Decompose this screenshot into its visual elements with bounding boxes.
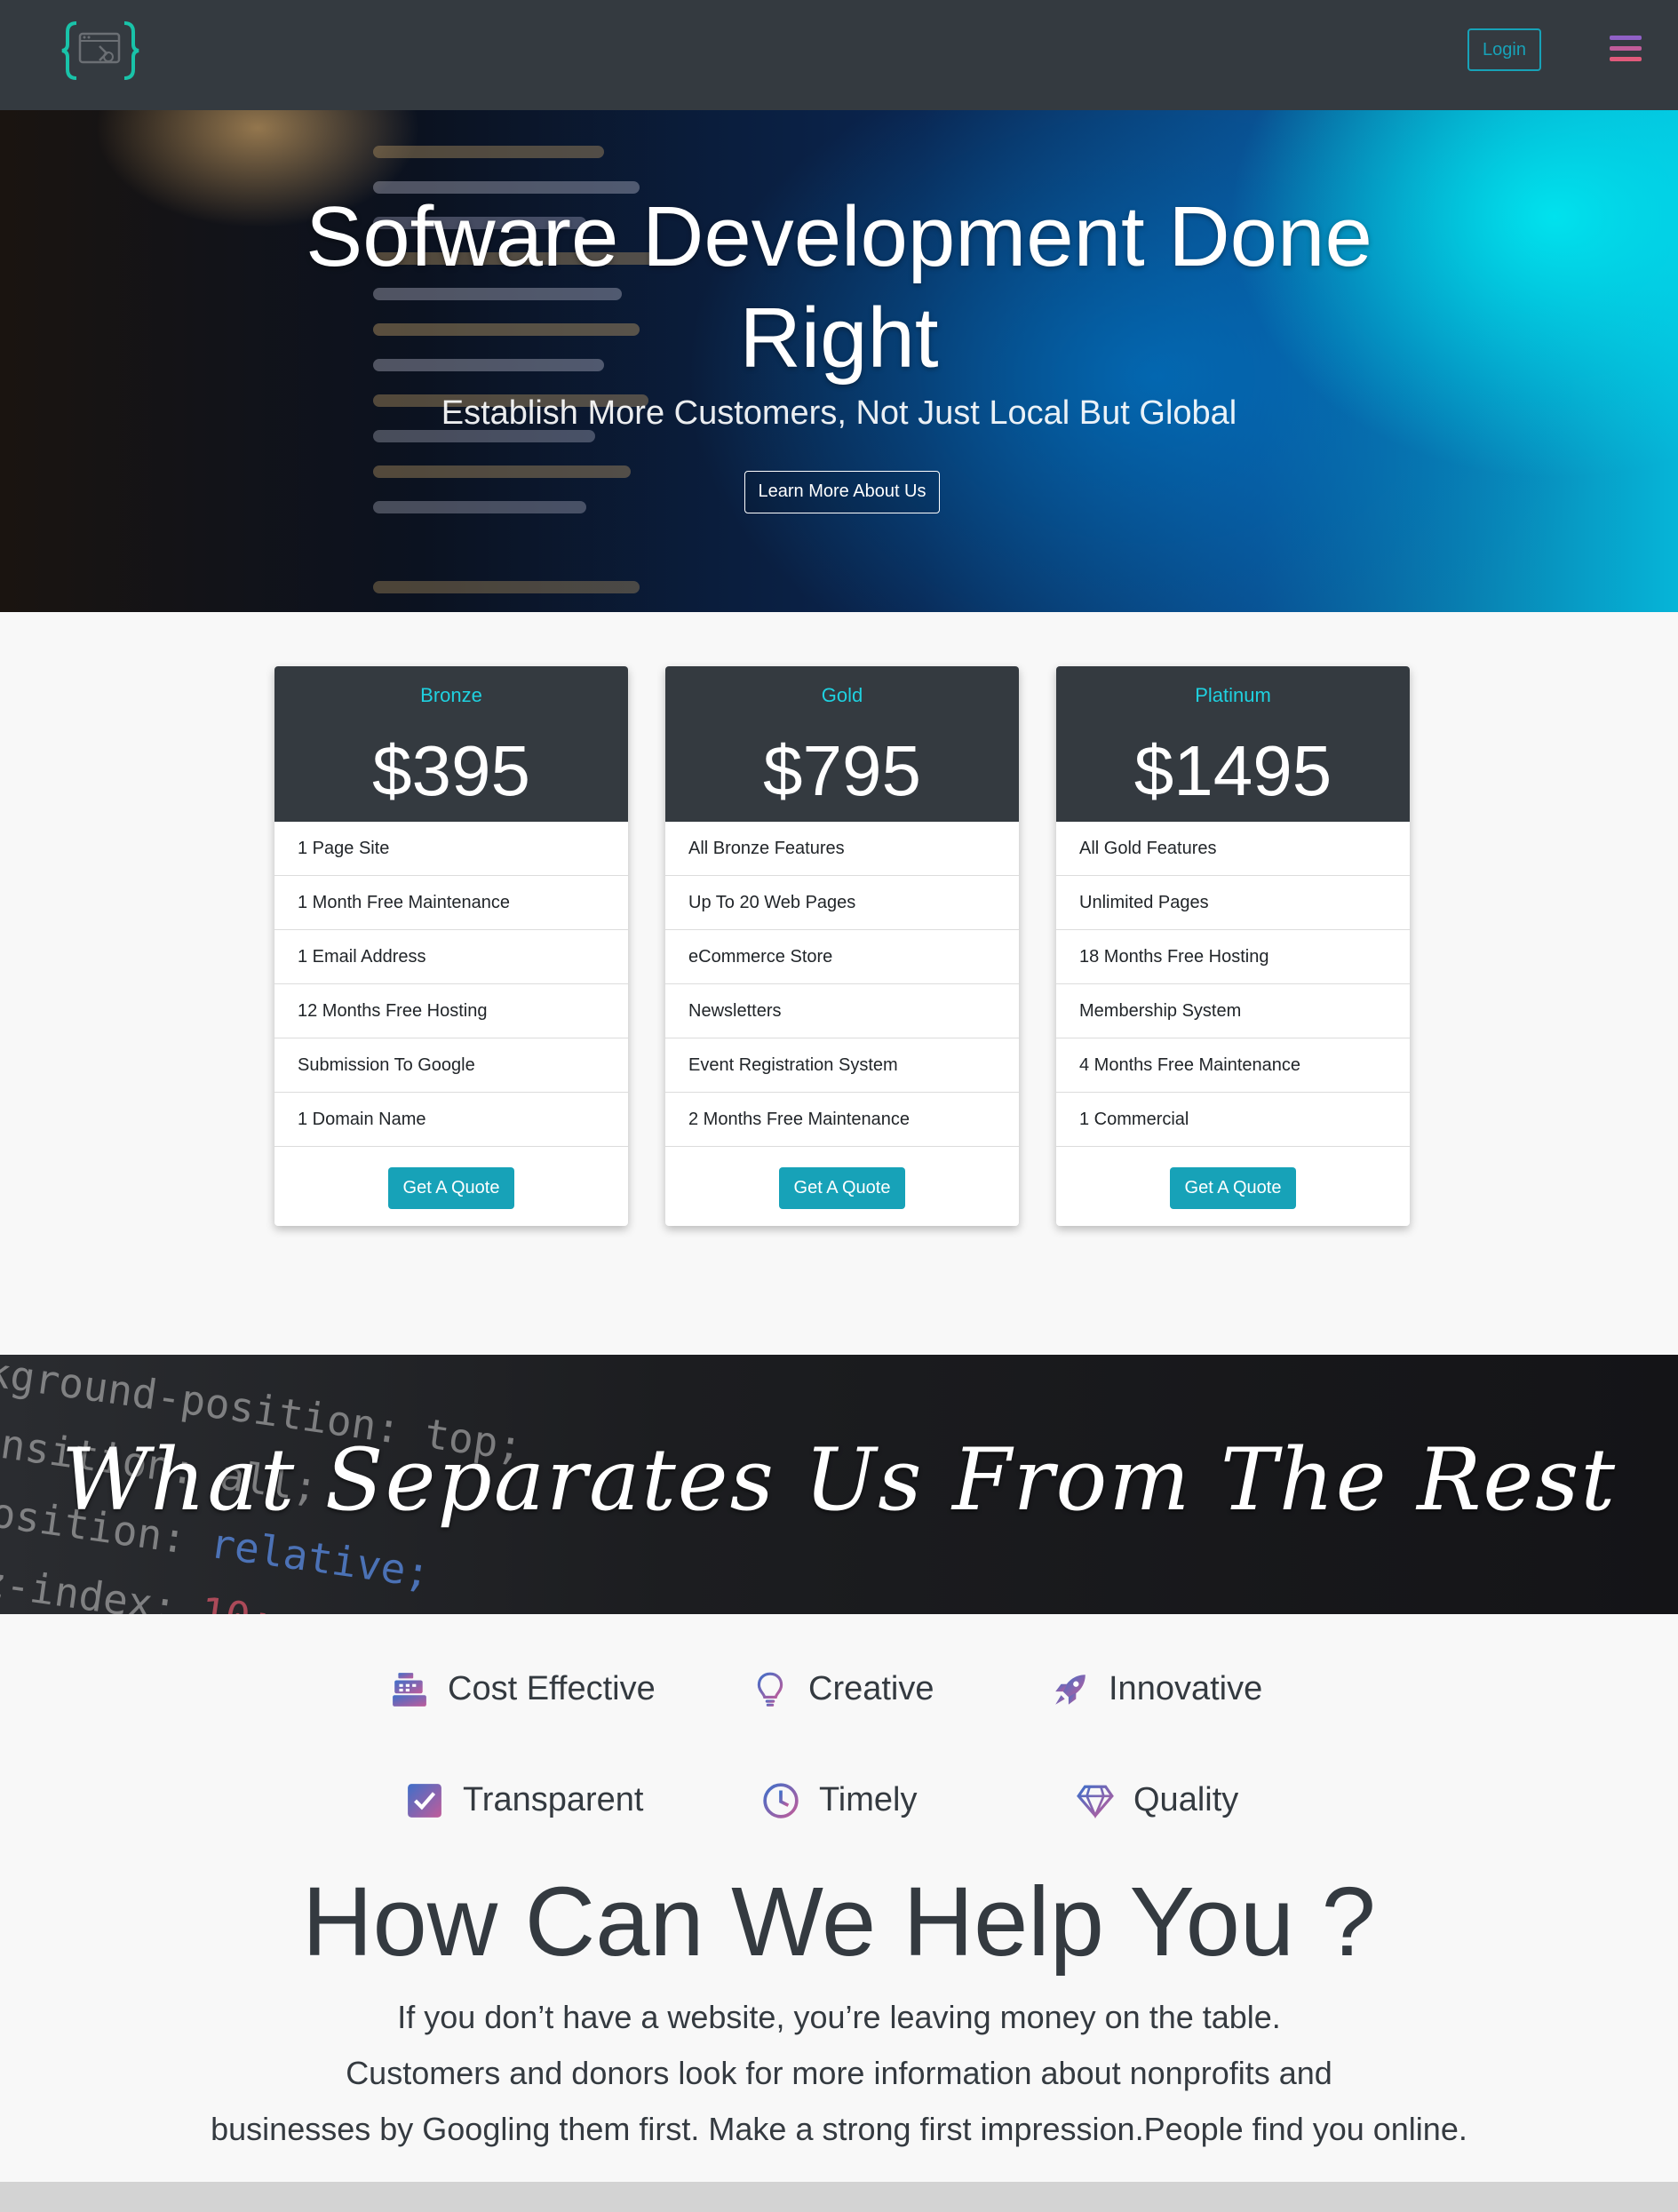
learn-more-button[interactable]: Learn More About Us xyxy=(744,471,940,513)
hero-title: Sofware Development Done Right xyxy=(306,189,1372,386)
plan-price: $395 xyxy=(372,731,530,810)
cash-register-icon xyxy=(393,1672,426,1707)
plan-name: Bronze xyxy=(420,684,482,706)
plan-feature: Up To 20 Web Pages xyxy=(665,876,1019,930)
quality-label: Quality xyxy=(1133,1781,1239,1818)
pricing-card-footer: Get A Quote xyxy=(274,1147,628,1209)
clock-icon xyxy=(763,1782,799,1818)
plan-feature: Membership System xyxy=(1056,984,1410,1038)
plan-price: $1495 xyxy=(1133,731,1332,810)
logo-icon[interactable] xyxy=(60,20,140,82)
quality-label: Innovative xyxy=(1109,1670,1263,1707)
quality-timely: Timely xyxy=(762,1781,917,1819)
plan-price: $795 xyxy=(763,731,921,810)
plan-feature: 1 Commercial xyxy=(1056,1093,1410,1147)
top-navbar: Login xyxy=(0,0,1678,110)
plan-feature: Newsletters xyxy=(665,984,1019,1038)
pricing-card-footer: Get A Quote xyxy=(1056,1147,1410,1209)
rocket-icon xyxy=(1055,1674,1086,1705)
get-quote-button-bronze[interactable]: Get A Quote xyxy=(388,1167,514,1209)
plan-feature: 4 Months Free Maintenance xyxy=(1056,1038,1410,1093)
plan-feature: All Gold Features xyxy=(1056,822,1410,876)
login-button[interactable]: Login xyxy=(1467,28,1541,71)
pricing-card-header: Bronze $395 xyxy=(274,666,628,822)
help-paragraph-line: Customers and donors look for more infor… xyxy=(346,2055,1332,2091)
plan-feature: 12 Months Free Hosting xyxy=(274,984,628,1038)
get-quote-button-gold[interactable]: Get A Quote xyxy=(779,1167,905,1209)
quality-label: Cost Effective xyxy=(448,1670,656,1707)
diamond-icon xyxy=(1077,1785,1114,1818)
quality-innovative: Innovative xyxy=(1052,1670,1262,1708)
help-paragraph-line: businesses by Googling them first. Make … xyxy=(211,2111,1467,2147)
help-paragraph-line: If you don’t have a website, you’re leav… xyxy=(397,1999,1281,2035)
quality-label: Timely xyxy=(819,1781,918,1818)
hero-section: Sofware Development Done Right Establish… xyxy=(0,110,1678,612)
pricing-card-header: Platinum $1495 xyxy=(1056,666,1410,822)
hamburger-menu-icon[interactable] xyxy=(1610,36,1642,64)
quality-creative: Creative xyxy=(752,1670,934,1708)
separator-banner: kground-position: top; ansition: all; po… xyxy=(0,1355,1678,1614)
plan-feature: eCommerce Store xyxy=(665,930,1019,984)
plan-name: Platinum xyxy=(1195,684,1271,706)
plan-feature: 18 Months Free Hosting xyxy=(1056,930,1410,984)
plan-feature: 1 Page Site xyxy=(274,822,628,876)
quality-label: Creative xyxy=(808,1670,934,1707)
plan-feature: 1 Domain Name xyxy=(274,1093,628,1147)
footer-strip xyxy=(0,2182,1678,2212)
get-quote-button-platinum[interactable]: Get A Quote xyxy=(1170,1167,1296,1209)
quality-quality: Quality xyxy=(1077,1781,1238,1819)
pricing-card-header: Gold $795 xyxy=(665,666,1019,822)
plan-feature: Submission To Google xyxy=(274,1038,628,1093)
plan-feature: Unlimited Pages xyxy=(1056,876,1410,930)
pricing-card-footer: Get A Quote xyxy=(665,1147,1019,1209)
lightbulb-icon xyxy=(757,1672,783,1707)
quality-label: Transparent xyxy=(463,1781,644,1818)
separator-title: What Separates Us From The Rest xyxy=(60,1430,1618,1530)
pricing-card-gold: Gold $795 All Bronze Features Up To 20 W… xyxy=(665,666,1019,1226)
plan-name: Gold xyxy=(821,684,863,706)
help-heading: How Can We Help You ? xyxy=(302,1867,1376,1977)
pricing-card-bronze: Bronze $395 1 Page Site 1 Month Free Mai… xyxy=(274,666,628,1226)
quality-cost-effective: Cost Effective xyxy=(391,1670,656,1708)
plan-feature: All Bronze Features xyxy=(665,822,1019,876)
plan-feature: 2 Months Free Maintenance xyxy=(665,1093,1019,1147)
hero-subtitle: Establish More Customers, Not Just Local… xyxy=(441,394,1237,432)
plan-feature: 1 Month Free Maintenance xyxy=(274,876,628,930)
checkbox-icon xyxy=(408,1783,441,1818)
quality-transparent: Transparent xyxy=(406,1781,643,1819)
plan-feature: Event Registration System xyxy=(665,1038,1019,1093)
plan-feature: 1 Email Address xyxy=(274,930,628,984)
pricing-card-platinum: Platinum $1495 All Gold Features Unlimit… xyxy=(1056,666,1410,1226)
